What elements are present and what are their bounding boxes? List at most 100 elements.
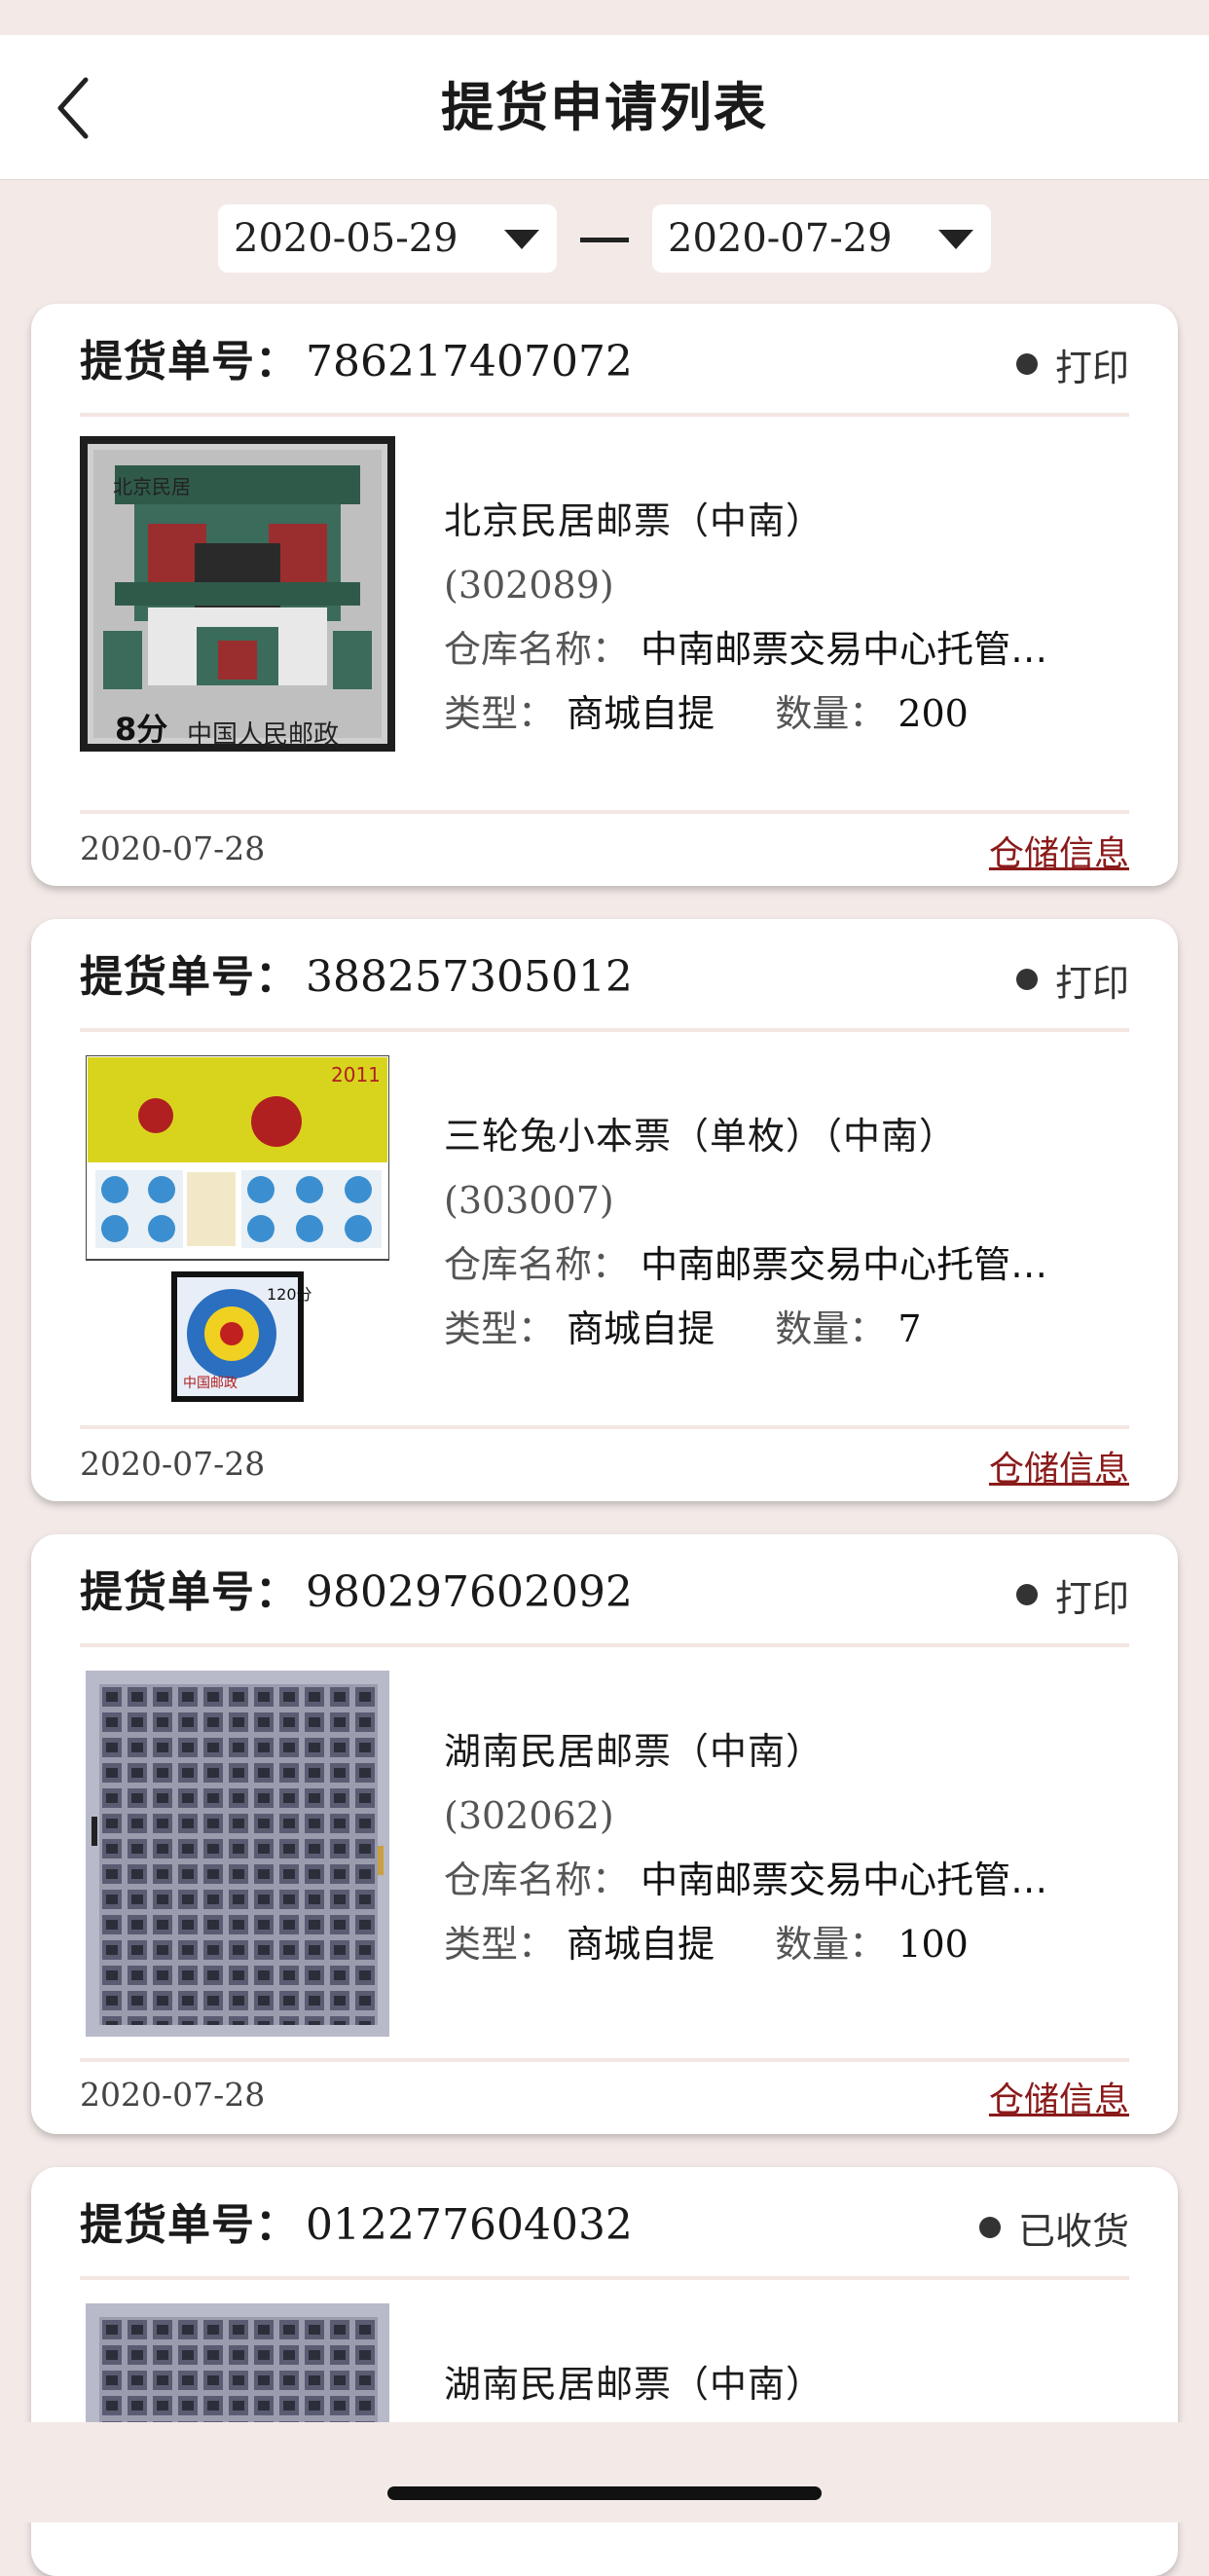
product-name: 湖南民居邮票（中南） [444,1730,824,1773]
order-number-label: 提货单号： [80,2200,299,2250]
type-label: 类型： [444,1923,556,1966]
start-date-value: 2020-05-29 [234,216,458,261]
storage-info-link[interactable]: 仓储信息 [989,826,1129,876]
product-info: 三轮兔小本票（单枚）（中南） (303007) 仓库名称： 中南邮票交易中心托管… [444,1104,1129,1361]
print-label: 打印 [1054,346,1129,389]
product-info: 湖南民居邮票（中南） (302062) 仓库名称： 中南邮票交易中心托管… 类型… [444,1719,1129,1976]
status-label: 已收货 [1017,2209,1129,2253]
warehouse-name: 中南邮票交易中心托管… [641,1858,1048,1901]
order-header: 提货单号： 012277604032 已收货 [80,2167,1129,2274]
status-dot-icon [978,2217,1001,2238]
product-name: 湖南民居邮票（中南） [444,2363,824,2406]
stamp-country-text: 中国邮政 [183,1376,238,1391]
print-label: 打印 [1054,961,1129,1005]
quantity-label: 数量： [775,1923,887,1966]
order-header: 提货单号： 980297602092 打印 [80,1534,1129,1641]
product-info: 湖南民居邮票（中南） [444,2352,1129,2416]
order-date: 2020-07-28 [80,829,266,867]
order-date: 2020-07-28 [80,2076,266,2114]
divider [80,2276,1129,2280]
divider [80,2058,1129,2062]
home-indicator[interactable] [387,2486,822,2500]
bottom-safe-area [0,2422,1209,2522]
order-header: 提货单号： 786217407072 打印 [80,304,1129,411]
order-card[interactable]: 提货单号： 786217407072 打印 北京民居 8分 中国人民邮政 北京民… [31,304,1178,886]
stamp-denomination-text: 8分 [115,711,168,748]
product-code: (303007) [444,1179,614,1222]
caret-down-icon [938,230,973,249]
end-date-value: 2020-07-29 [668,216,893,261]
stamp-sheet-hunan-icon [86,2303,389,2440]
type-qty-row: 类型： 商城自提 数量： 7 [444,1297,1129,1361]
order-number: 786217407072 [306,337,633,386]
page-title: 提货申请列表 [441,77,768,138]
print-button[interactable]: 打印 [1015,337,1129,391]
order-header: 提货单号： 388257305012 打印 [80,919,1129,1026]
nav-bar: 提货申请列表 [0,35,1209,180]
type-value: 商城自提 [567,1307,715,1350]
quantity-value: 100 [898,1923,969,1966]
print-button[interactable]: 打印 [1015,1567,1129,1622]
storage-info-link[interactable]: 仓储信息 [989,1441,1129,1491]
product-image[interactable]: 2011 120分 中国邮政 [86,1055,389,1402]
date-range-filter: 2020-05-29 2020-07-29 [0,204,1209,275]
order-number-label: 提货单号： [80,337,299,386]
stamp-country-text: 中国人民邮政 [187,720,340,750]
warehouse-row: 仓库名称： 中南邮票交易中心托管… [444,1848,1129,1912]
stamp-year-text: 2011 [331,1063,381,1086]
status-dot-icon [1015,1584,1038,1605]
quantity-value: 200 [898,692,969,735]
type-label: 类型： [444,1307,556,1350]
type-value: 商城自提 [567,1923,715,1966]
order-number-label: 提货单号： [80,1567,299,1617]
warehouse-label: 仓库名称： [444,1858,630,1901]
order-card[interactable]: 提货单号： 980297602092 打印 湖南民居邮票（中南） (302062… [31,1534,1178,2134]
warehouse-label: 仓库名称： [444,628,630,671]
type-label: 类型： [444,692,556,735]
quantity-label: 数量： [775,1307,887,1350]
warehouse-row: 仓库名称： 中南邮票交易中心托管… [444,1233,1129,1297]
status-dot-icon [1015,353,1038,375]
divider [80,413,1129,417]
type-qty-row: 类型： 商城自提 数量： 100 [444,1912,1129,1976]
order-number: 012277604032 [306,2200,633,2250]
warehouse-label: 仓库名称： [444,1243,630,1286]
product-image[interactable]: 北京民居 8分 中国人民邮政 [80,436,395,752]
warehouse-row: 仓库名称： 中南邮票交易中心托管… [444,617,1129,681]
divider [80,810,1129,814]
stamp-denomination-text: 120分 [267,1285,312,1304]
type-value: 商城自提 [567,692,715,735]
type-qty-row: 类型： 商城自提 数量： 200 [444,681,1129,746]
print-button[interactable]: 打印 [1015,952,1129,1007]
order-number: 388257305012 [306,952,633,1002]
divider [80,1425,1129,1429]
product-code: (302062) [444,1794,614,1837]
stamp-sheet-hunan-icon [86,1671,389,2037]
product-image[interactable] [86,2303,389,2440]
product-name: 三轮兔小本票（单枚）（中南） [444,1115,958,1158]
date-range-separator [580,238,629,242]
status-bar [0,0,1209,35]
divider [80,1028,1129,1032]
quantity-label: 数量： [775,692,887,735]
order-date: 2020-07-28 [80,1445,266,1483]
stamp-title-text: 北京民居 [113,475,191,498]
status-dot-icon [1015,969,1038,990]
order-number-label: 提货单号： [80,952,299,1002]
storage-info-link[interactable]: 仓储信息 [989,2072,1129,2122]
order-status: 已收货 [978,2200,1129,2255]
product-info: 北京民居邮票（中南） (302089) 仓库名称： 中南邮票交易中心托管… 类型… [444,489,1129,746]
product-name: 北京民居邮票（中南） [444,499,824,542]
start-date-picker[interactable]: 2020-05-29 [218,204,557,273]
warehouse-name: 中南邮票交易中心托管… [641,628,1048,671]
caret-down-icon [504,230,539,249]
product-code: (302089) [444,564,614,607]
warehouse-name: 中南邮票交易中心托管… [641,1243,1048,1286]
quantity-value: 7 [898,1307,922,1350]
stamp-rabbit-booklet-icon [86,1055,389,1402]
product-image[interactable] [86,1671,389,2037]
order-card[interactable]: 提货单号： 388257305012 打印 2011 120分 中国邮政 三轮兔… [31,919,1178,1501]
order-number: 980297602092 [306,1567,633,1617]
divider [80,1643,1129,1647]
end-date-picker[interactable]: 2020-07-29 [652,204,991,273]
